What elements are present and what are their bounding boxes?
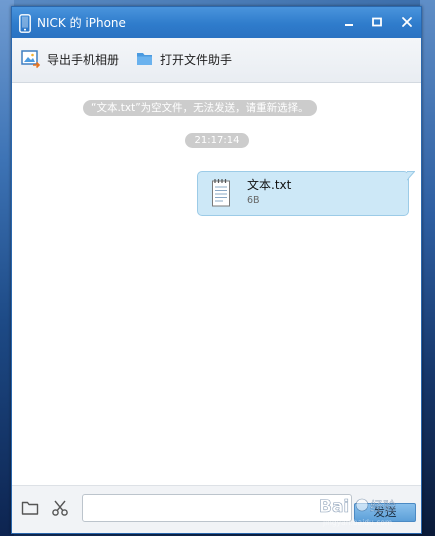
- folder-icon[interactable]: [21, 499, 39, 517]
- open-file-assistant-button[interactable]: 打开文件助手: [136, 48, 232, 70]
- message-timestamp: 21:17:14: [185, 133, 249, 148]
- open-file-assistant-label: 打开文件助手: [160, 52, 233, 67]
- file-size: 6B: [247, 195, 260, 206]
- title-bar[interactable]: NICK 的 iPhone: [12, 7, 421, 38]
- maximize-icon[interactable]: [370, 15, 384, 29]
- scissors-icon[interactable]: [51, 499, 69, 517]
- export-photo-icon: [21, 50, 41, 69]
- folder-icon: [137, 53, 152, 65]
- send-button[interactable]: 发送: [354, 503, 416, 522]
- close-icon[interactable]: [400, 15, 414, 29]
- file-name: 文本.txt: [247, 178, 292, 192]
- toolbar: 导出手机相册 打开文件助手: [12, 38, 421, 83]
- input-bar: 发送: [12, 485, 421, 533]
- file-message-bubble[interactable]: 文本.txt 6B: [197, 171, 409, 216]
- export-photos-button[interactable]: 导出手机相册: [21, 48, 119, 70]
- export-photos-label: 导出手机相册: [47, 52, 120, 67]
- phone-icon: [19, 14, 31, 33]
- text-file-icon: [212, 179, 230, 207]
- minimize-icon[interactable]: [342, 15, 356, 29]
- message-input[interactable]: [82, 494, 352, 522]
- desktop-background-right: [420, 0, 435, 536]
- window-title: NICK 的 iPhone: [37, 16, 126, 30]
- chat-window: NICK 的 iPhone 导出手机相册 打开文件助手 “文本.txt”为空文件…: [11, 6, 422, 534]
- empty-file-notice: “文本.txt”为空文件，无法发送，请重新选择。: [83, 100, 317, 116]
- bubble-tail: [407, 171, 415, 181]
- chat-area[interactable]: “文本.txt”为空文件，无法发送，请重新选择。 21:17:14 文本.txt…: [12, 83, 421, 485]
